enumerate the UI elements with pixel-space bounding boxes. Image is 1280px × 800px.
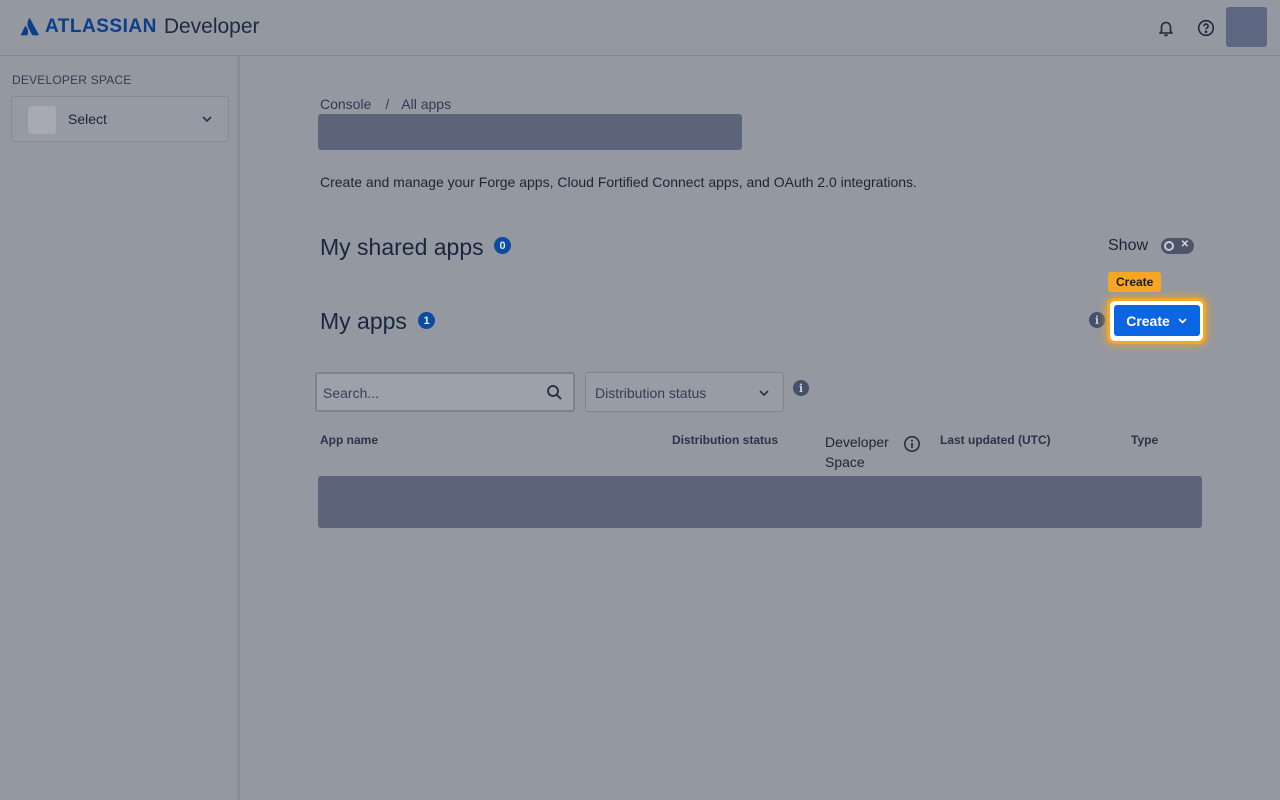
logo-brand-text: ATLASSIAN [45, 16, 157, 37]
show-toggle-label: Show [1108, 237, 1149, 254]
distribution-status-select[interactable]: Distribution status [585, 372, 784, 412]
sidebar-heading: DEVELOPER SPACE [12, 73, 132, 87]
help-icon[interactable] [1195, 17, 1217, 39]
chevron-down-icon [202, 116, 212, 123]
page-title-placeholder [318, 114, 742, 150]
create-button-label: Create [1126, 312, 1170, 329]
close-icon: ✕ [1180, 239, 1189, 250]
my-apps-title: My apps [320, 308, 407, 334]
shared-apps-title: My shared apps [320, 234, 484, 260]
create-tooltip: Create [1108, 272, 1162, 292]
column-header-distribution-status[interactable]: Distribution status [672, 430, 778, 450]
user-avatar[interactable] [1226, 7, 1267, 47]
show-shared-apps-toggle[interactable]: ✕ [1161, 238, 1194, 254]
breadcrumb-separator: / [385, 96, 390, 112]
my-apps-count-badge: 1 [418, 312, 435, 329]
page-description: Create and manage your Forge apps, Cloud… [320, 174, 917, 190]
column-header-last-updated[interactable]: Last updated (UTC) [940, 430, 1051, 450]
search-box[interactable] [315, 372, 575, 412]
logo-product-text: Developer [163, 15, 260, 38]
sidebar: DEVELOPER SPACE Select [0, 56, 240, 800]
table-row[interactable] [318, 476, 1202, 528]
create-button[interactable]: Create [1114, 305, 1200, 336]
info-icon[interactable]: i [793, 380, 809, 396]
search-input[interactable] [323, 382, 538, 404]
chevron-down-icon [1178, 318, 1187, 324]
developer-space-select[interactable]: Select [11, 96, 229, 142]
breadcrumb-all-apps[interactable]: All apps [401, 96, 451, 112]
chevron-down-icon [759, 390, 769, 397]
column-header-type[interactable]: Type [1131, 430, 1158, 450]
toggle-knob [1164, 241, 1174, 251]
breadcrumb: Console / All apps [320, 96, 451, 112]
top-navigation-bar: ATLASSIAN Developer [0, 0, 1280, 56]
column-header-space: Space [825, 454, 865, 470]
column-header-developer: Developer [825, 434, 889, 450]
atlassian-logo-icon [20, 18, 39, 36]
space-avatar [28, 106, 56, 134]
search-icon[interactable] [546, 384, 563, 401]
shared-apps-count-badge: 0 [494, 237, 511, 254]
distribution-status-placeholder: Distribution status [595, 385, 707, 401]
info-icon[interactable]: i [1089, 312, 1105, 328]
breadcrumb-console[interactable]: Console [320, 96, 371, 112]
notification-bell-icon[interactable] [1155, 17, 1177, 39]
info-icon[interactable] [903, 435, 921, 453]
column-header-app-name[interactable]: App name [320, 430, 378, 450]
space-select-label: Select [68, 111, 107, 127]
atlassian-developer-logo[interactable]: ATLASSIAN Developer [20, 15, 260, 39]
